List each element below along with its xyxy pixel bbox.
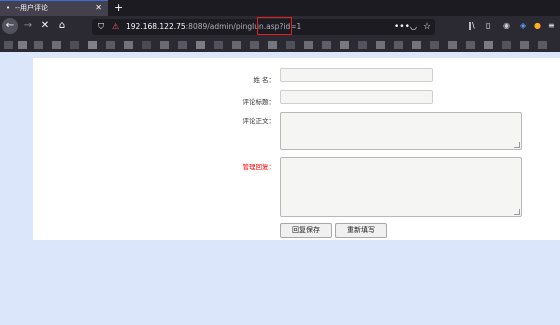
name-label: 姓 名：	[253, 76, 275, 84]
comment-title-input[interactable]	[280, 90, 433, 104]
bookmark-item[interactable]	[538, 41, 547, 49]
library-icon[interactable]: ‖\	[468, 18, 475, 34]
hamburger-menu-icon[interactable]: ≡	[548, 18, 555, 34]
tab-strip: • --用户评论 ✕ +	[0, 0, 560, 16]
bookmark-item[interactable]	[322, 41, 331, 49]
extension-icon[interactable]: ◉	[503, 18, 510, 34]
url-annotation-box	[257, 17, 292, 35]
new-tab-icon[interactable]: +	[114, 0, 123, 16]
bookmark-item[interactable]	[34, 41, 43, 49]
bookmark-item[interactable]	[304, 41, 313, 49]
admin-reply-textarea[interactable]	[280, 157, 522, 217]
bookmark-item[interactable]	[106, 41, 115, 49]
bookmark-item[interactable]	[358, 41, 367, 49]
tab-active[interactable]: • --用户评论 ✕	[0, 0, 108, 16]
bookmark-item[interactable]	[448, 41, 457, 49]
bookmark-item[interactable]	[232, 41, 241, 49]
bookmark-item[interactable]	[18, 41, 27, 49]
bookmarks-toolbar	[0, 38, 560, 52]
page-body: 姓 名： 评论标题： 评论正文： 管理回复： 回复保存 重新填写	[0, 52, 560, 325]
tab-loading-icon: •	[6, 4, 11, 12]
bookmark-item[interactable]	[466, 41, 475, 49]
bookmark-item[interactable]	[412, 41, 421, 49]
pocket-icon[interactable]: ◡	[410, 19, 417, 35]
bookmark-item[interactable]	[520, 41, 529, 49]
bookmark-item[interactable]	[268, 41, 277, 49]
stop-icon[interactable]: ✕	[37, 18, 53, 34]
extension-icon[interactable]: ●	[534, 18, 541, 34]
close-icon[interactable]: ✕	[95, 1, 102, 15]
admin-reply-label: 管理回复：	[242, 163, 276, 171]
bookmark-item[interactable]	[142, 41, 151, 49]
comment-body-textarea[interactable]	[280, 112, 522, 150]
resize-grip-icon[interactable]	[514, 209, 520, 215]
comment-form-panel: 姓 名： 评论标题： 评论正文： 管理回复： 回复保存 重新填写	[33, 58, 560, 240]
bookmark-item[interactable]	[484, 41, 493, 49]
bookmark-item[interactable]	[376, 41, 385, 49]
address-bar[interactable]: ⛉ ⚠ 192.168.122.75:8089/admin/pinglun.as…	[92, 17, 435, 35]
bookmark-item[interactable]	[250, 41, 259, 49]
bookmark-item[interactable]	[502, 41, 511, 49]
bookmark-item[interactable]	[340, 41, 349, 49]
reset-button[interactable]: 重新填写	[335, 223, 387, 238]
bookmark-item[interactable]	[70, 41, 79, 49]
forward-arrow-icon[interactable]: →	[20, 18, 36, 34]
back-arrow-icon[interactable]: ←	[2, 18, 18, 34]
bookmark-item[interactable]	[178, 41, 187, 49]
navigation-toolbar: ← → ✕ ⌂ ⛉ ⚠ 192.168.122.75:8089/admin/pi…	[0, 16, 560, 38]
bookmark-item[interactable]	[196, 41, 205, 49]
insecure-lock-icon[interactable]: ⚠	[112, 19, 119, 35]
tab-title: --用户评论	[15, 4, 49, 12]
page-actions-icon[interactable]: •••	[394, 19, 410, 35]
name-input[interactable]	[280, 68, 433, 82]
home-icon[interactable]: ⌂	[54, 18, 70, 34]
bookmark-item[interactable]	[88, 41, 97, 49]
bookmark-item[interactable]	[124, 41, 133, 49]
bookmark-item[interactable]	[4, 41, 13, 49]
comment-title-label: 评论标题：	[242, 98, 276, 106]
save-reply-button[interactable]: 回复保存	[280, 223, 332, 238]
bookmark-item[interactable]	[214, 41, 223, 49]
bookmark-item[interactable]	[160, 41, 169, 49]
shield-icon[interactable]: ⛉	[98, 19, 104, 35]
url-host: 192.168.122.75	[126, 22, 186, 31]
sidebar-icon[interactable]: ▯	[486, 18, 490, 34]
resize-grip-icon[interactable]	[514, 142, 520, 148]
star-icon[interactable]: ☆	[423, 19, 431, 35]
bookmark-item[interactable]	[430, 41, 439, 49]
bookmark-item[interactable]	[286, 41, 295, 49]
bookmark-item[interactable]	[52, 41, 61, 49]
comment-body-label: 评论正文：	[242, 117, 276, 125]
bookmark-item[interactable]	[394, 41, 403, 49]
extension-icon[interactable]: ◈	[520, 18, 526, 34]
